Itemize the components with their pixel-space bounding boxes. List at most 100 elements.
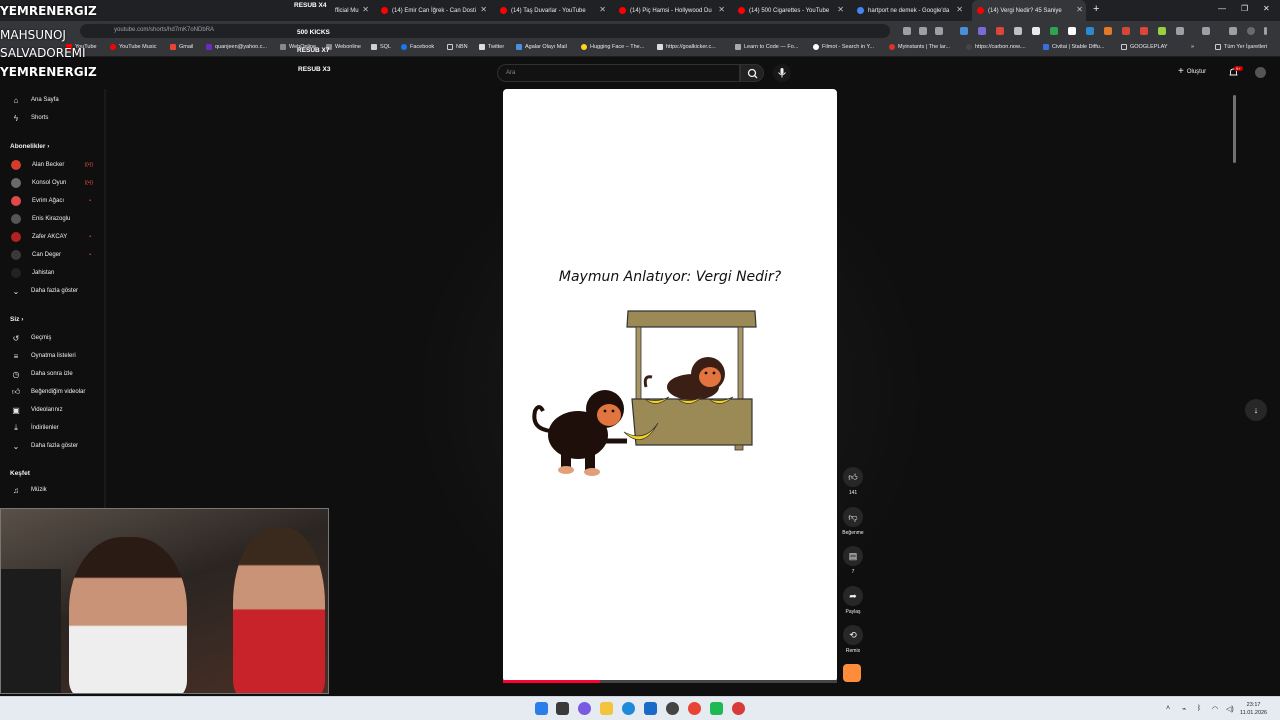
sidebar-item-subscription[interactable]: Enis Kirazoglu bbox=[0, 211, 105, 227]
extension-icon[interactable] bbox=[1050, 27, 1058, 35]
menu-icon[interactable] bbox=[1264, 27, 1267, 35]
comments-button[interactable]: ▤ 7 bbox=[840, 546, 866, 575]
bookmark[interactable]: YouTube Music bbox=[110, 44, 157, 50]
sidebar-item-history[interactable]: ↺ Geçmiş bbox=[0, 330, 105, 346]
subscriptions-header[interactable]: Abonelikler › bbox=[10, 143, 49, 150]
sidebar-show-more[interactable]: ⌄ Daha fazla göster bbox=[0, 438, 105, 454]
extension-icon[interactable] bbox=[960, 27, 968, 35]
minimize-icon[interactable]: — bbox=[1218, 4, 1226, 13]
you-header[interactable]: Siz › bbox=[10, 316, 23, 323]
extension-icon[interactable] bbox=[996, 27, 1004, 35]
tab-close-icon[interactable]: ✕ bbox=[362, 5, 369, 14]
bookmark[interactable]: Myinstants | The lar... bbox=[889, 44, 950, 50]
sidebar-item-watch-later[interactable]: ◷ Daha sonra izle bbox=[0, 366, 105, 382]
sidebar-item-subscription[interactable]: Evrim Ağacı • bbox=[0, 193, 105, 209]
start-menu-icon[interactable] bbox=[535, 702, 548, 715]
bluetooth-icon[interactable]: ᛒ bbox=[1197, 705, 1201, 712]
sidebar-item-downloads[interactable]: ⤓ İndirilenler bbox=[0, 420, 105, 436]
bookmark[interactable]: Gmail bbox=[170, 44, 193, 50]
file-explorer-icon[interactable] bbox=[600, 702, 613, 715]
tab[interactable]: (14) Piç Hamsi - Hollywood Du ✕ bbox=[614, 0, 728, 21]
sidebar-item-subscription[interactable]: Can Deger • bbox=[0, 247, 105, 263]
bookmark[interactable]: Webonline bbox=[326, 44, 361, 50]
bookmark[interactable]: Learn to Code — Fo... bbox=[735, 44, 798, 50]
copilot-icon[interactable] bbox=[578, 702, 591, 715]
bookmark[interactable]: GOOGLEPLAY bbox=[1121, 44, 1168, 50]
more-bookmarks-icon[interactable]: » bbox=[1191, 44, 1194, 50]
short-video-player[interactable]: Maymun Anlatıyor: Vergi Nedir? bbox=[503, 89, 837, 682]
bookmark-star-icon[interactable] bbox=[935, 27, 943, 35]
edge-icon[interactable] bbox=[622, 702, 635, 715]
bookmark[interactable]: quanjeen@yahoo.c... bbox=[206, 44, 267, 50]
share-button[interactable]: ➦ Paylaş bbox=[840, 586, 866, 615]
bookmark[interactable]: Hugging Face – The... bbox=[581, 44, 644, 50]
reading-list-icon[interactable] bbox=[1229, 27, 1237, 35]
extension-icon[interactable] bbox=[1158, 27, 1166, 35]
close-window-icon[interactable]: ✕ bbox=[1263, 4, 1270, 13]
cast-icon[interactable] bbox=[903, 27, 911, 35]
app-icon[interactable] bbox=[732, 702, 745, 715]
volume-icon[interactable]: ◁) bbox=[1226, 705, 1234, 713]
wifi-icon[interactable]: ◠ bbox=[1212, 705, 1218, 713]
tab[interactable]: (14) Emir Can İğrek - Can Dosti ✕ bbox=[376, 0, 490, 21]
bookmark[interactable]: Agalar Olayı Mail bbox=[516, 44, 567, 50]
bookmark[interactable]: Facebook bbox=[401, 44, 434, 50]
create-button[interactable]: + Oluştur bbox=[1178, 66, 1206, 77]
extension-icon[interactable] bbox=[1104, 27, 1112, 35]
chrome-icon[interactable] bbox=[688, 702, 701, 715]
tab-close-icon[interactable]: ✕ bbox=[956, 5, 963, 14]
dislike-button[interactable]: 👎︎ Beğenme bbox=[840, 507, 866, 536]
tab[interactable]: fficial Mu ✕ bbox=[330, 0, 372, 21]
system-clock[interactable]: 23:17 11.01.2026 bbox=[1240, 701, 1267, 717]
sidebar-item-shorts[interactable]: ϟ Shorts bbox=[0, 110, 105, 126]
sidebar-item-playlists[interactable]: ≡ Oynatma listeleri bbox=[0, 348, 105, 364]
sidebar-item-subscription[interactable]: Zafer AKCAY • bbox=[0, 229, 105, 245]
sidebar-item-home[interactable]: ⌂ Ana Sayfa bbox=[0, 92, 105, 108]
sidebar-item-your-videos[interactable]: ▣ Videolarınız bbox=[0, 402, 105, 418]
bookmark[interactable]: NBN bbox=[447, 44, 468, 50]
sidebar-show-more[interactable]: ⌄ Daha fazla göster bbox=[0, 283, 105, 299]
tab-close-icon[interactable]: ✕ bbox=[718, 5, 725, 14]
tab[interactable]: hartport ne demek - Google'da ✕ bbox=[852, 0, 966, 21]
all-bookmarks[interactable]: Tüm Yer İşaretleri bbox=[1215, 44, 1267, 50]
download-icon[interactable] bbox=[1202, 27, 1210, 35]
restore-icon[interactable]: ❐ bbox=[1241, 4, 1248, 13]
like-button[interactable]: 👍︎ 141 bbox=[840, 467, 866, 496]
voice-search-button[interactable] bbox=[773, 64, 791, 82]
app-icon[interactable] bbox=[644, 702, 657, 715]
bookmark[interactable]: Filmot - Search in Y... bbox=[813, 44, 874, 50]
profile-icon[interactable] bbox=[1247, 27, 1255, 35]
new-tab-icon[interactable]: + bbox=[1093, 3, 1099, 15]
channel-thumbnail[interactable] bbox=[843, 664, 861, 682]
sidebar-item-music[interactable]: ♫ Müzik bbox=[0, 482, 105, 498]
search-button[interactable] bbox=[740, 64, 764, 82]
extension-icon[interactable] bbox=[978, 27, 986, 35]
extension-icon[interactable] bbox=[1086, 27, 1094, 35]
extension-icon[interactable] bbox=[1140, 27, 1148, 35]
extension-icon[interactable] bbox=[1068, 27, 1076, 35]
tab[interactable]: (14) Taş Duvarlar - YouTube ✕ bbox=[495, 0, 609, 21]
tab-close-icon[interactable]: ✕ bbox=[480, 5, 487, 14]
extensions-puzzle-icon[interactable] bbox=[1176, 27, 1184, 35]
account-avatar[interactable] bbox=[1255, 67, 1266, 78]
tab-close-icon[interactable]: ✕ bbox=[599, 5, 606, 14]
extension-icon[interactable] bbox=[1122, 27, 1130, 35]
search-input[interactable]: Ara bbox=[497, 64, 740, 82]
bookmark[interactable]: https://goalkicker.c... bbox=[657, 44, 716, 50]
network-icon[interactable]: ⌁ bbox=[1182, 705, 1186, 713]
app-icon[interactable] bbox=[710, 702, 723, 715]
tab[interactable]: (14) 500 Cigarettes - YouTube ✕ bbox=[733, 0, 847, 21]
sidebar-item-subscription[interactable]: Alan Becker ((•)) bbox=[0, 157, 105, 173]
page-scrollbar-thumb[interactable] bbox=[1233, 95, 1236, 163]
bookmark[interactable]: Civitai | Stable Diffu... bbox=[1043, 44, 1104, 50]
sidebar-scrollbar[interactable] bbox=[104, 89, 106, 508]
extension-icon[interactable] bbox=[1014, 27, 1022, 35]
tab-active[interactable]: (14) Vergi Nedir? 45 Saniye ✕ bbox=[972, 0, 1086, 21]
address-bar[interactable]: youtube.com/shorts/hd7mK7oNDbRA bbox=[80, 24, 890, 38]
tab-close-icon[interactable]: ✕ bbox=[837, 5, 844, 14]
tab-close-icon[interactable]: ✕ bbox=[1076, 5, 1083, 14]
task-view-icon[interactable] bbox=[556, 702, 569, 715]
zoom-icon[interactable] bbox=[919, 27, 927, 35]
bookmark[interactable]: SQL bbox=[371, 44, 391, 50]
obs-icon[interactable] bbox=[666, 702, 679, 715]
